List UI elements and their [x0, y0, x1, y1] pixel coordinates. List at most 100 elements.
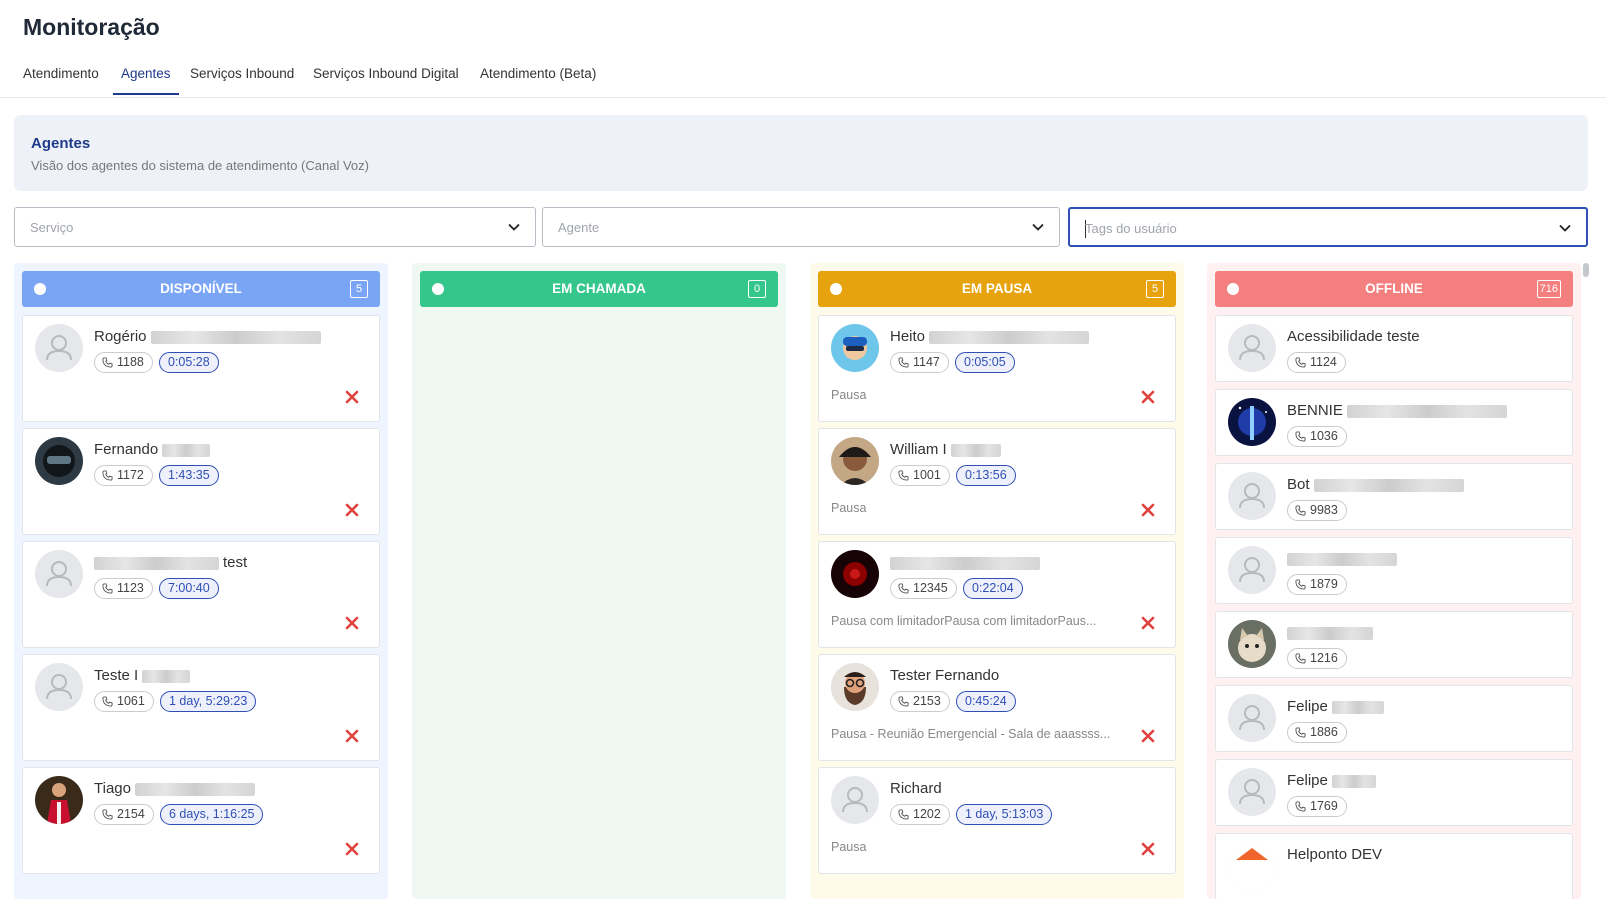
agent-card[interactable]: 12345 0:22:04 Pausa com limitadorPausa com…: [818, 541, 1176, 648]
close-icon[interactable]: [1141, 503, 1155, 517]
agent-card[interactable]: Tiago 2154 6 days, 1:16:25: [22, 767, 380, 874]
agent-name: Fernando: [94, 441, 211, 458]
avatar: [831, 776, 879, 824]
avatar-photo: [1228, 620, 1276, 668]
pause-status: Pausa: [831, 840, 867, 854]
avatar: [831, 550, 879, 598]
tab-agentes[interactable]: Agentes: [113, 66, 179, 95]
agent-card[interactable]: 1216: [1215, 611, 1573, 678]
agent-card[interactable]: Tester Fernando 2153 0:45:24 Pausa - Reuniã…: [818, 654, 1176, 761]
agent-card[interactable]: Fernando 1172 1:43:35: [22, 428, 380, 535]
extension-chip: 1001: [890, 465, 950, 486]
extension-number: 12345: [913, 581, 948, 595]
agente-select[interactable]: Agente: [542, 207, 1060, 247]
close-icon[interactable]: [1141, 842, 1155, 856]
agent-card[interactable]: Heito 1147 0:05:05 Pausa: [818, 315, 1176, 422]
agent-name: Bot: [1287, 476, 1464, 493]
duration-badge: 0:13:56: [956, 465, 1016, 486]
servico-placeholder: Serviço: [30, 220, 74, 235]
agent-card[interactable]: BENNIE 1036: [1215, 389, 1573, 456]
avatar: [35, 324, 83, 372]
phone-icon: [102, 357, 113, 368]
redacted-text: [1331, 774, 1376, 788]
agent-name-text: Rogério: [94, 328, 147, 345]
tags-select[interactable]: Tags do usuário: [1068, 207, 1588, 247]
tags-placeholder: Tags do usuário: [1085, 221, 1177, 236]
extension-number: 1202: [913, 807, 941, 821]
agent-card[interactable]: Richard 1202 1 day, 5:13:03 Pausa: [818, 767, 1176, 874]
extension-number: 1886: [1310, 725, 1338, 739]
agent-card[interactable]: Helponto DEV: [1215, 833, 1573, 899]
tab-atendimento-beta[interactable]: Atendimento (Beta): [480, 66, 596, 93]
close-icon[interactable]: [1141, 390, 1155, 404]
agent-card[interactable]: 1879: [1215, 537, 1573, 604]
agent-name-text: Heito: [890, 328, 926, 345]
tab-servicos-inbound-digital[interactable]: Serviços Inbound Digital: [313, 66, 459, 93]
extension-chip: 1769: [1287, 796, 1347, 817]
user-icon: [1239, 557, 1265, 583]
duration-badge: 0:05:05: [955, 352, 1015, 373]
close-icon[interactable]: [345, 503, 359, 517]
close-icon[interactable]: [345, 729, 359, 743]
info-title: Agentes: [31, 135, 91, 152]
phone-icon: [102, 696, 113, 707]
duration-badge: 1:43:35: [159, 465, 219, 486]
extension-chip: 1216: [1287, 648, 1347, 669]
avatar-photo: [831, 550, 879, 598]
avatar: [35, 776, 83, 824]
agent-name: Felipe: [1287, 772, 1376, 789]
avatar-photo: [1228, 398, 1276, 446]
column-em-chamada: EM CHAMADA 0: [412, 263, 786, 899]
agent-card[interactable]: Bot 9983: [1215, 463, 1573, 530]
agent-name: [890, 554, 1040, 571]
agent-name: Helponto DEV: [1287, 846, 1382, 863]
scrollbar[interactable]: [1583, 263, 1589, 277]
agent-name-text: Felipe: [1287, 772, 1328, 789]
avatar: [35, 663, 83, 711]
duration-badge: 6 days, 1:16:25: [160, 804, 264, 825]
column-disponivel: DISPONÍVEL 5 Rogério 1188 0:05:28 Fernando 117…: [14, 263, 388, 899]
close-icon[interactable]: [345, 616, 359, 630]
tab-servicos-inbound[interactable]: Serviços Inbound: [190, 66, 294, 93]
status-dot: [432, 283, 444, 295]
redacted-text: [1287, 552, 1397, 566]
close-icon[interactable]: [345, 390, 359, 404]
pause-status: Pausa - Reunião Emergencial - Sala de aa…: [831, 727, 1111, 741]
column-offline: OFFLINE 716 Acessibilidade teste 1124 BENNIE…: [1207, 263, 1581, 899]
agent-card[interactable]: Felipe 1886: [1215, 685, 1573, 752]
agent-name-text: William I: [890, 441, 947, 458]
avatar: [1228, 398, 1276, 446]
avatar: [831, 663, 879, 711]
extension-chip: 2153: [890, 691, 950, 712]
agent-card[interactable]: Acessibilidade teste 1124: [1215, 315, 1573, 382]
close-icon[interactable]: [1141, 616, 1155, 630]
avatar: [1228, 694, 1276, 742]
user-icon: [46, 674, 72, 700]
agent-card[interactable]: test 1123 7:00:40: [22, 541, 380, 648]
phone-icon: [898, 696, 909, 707]
extension-number: 1123: [117, 581, 144, 595]
extension-number: 1769: [1310, 799, 1338, 813]
agent-name-text: Fernando: [94, 441, 159, 458]
avatar-photo: [831, 437, 879, 485]
servico-select[interactable]: Serviço: [14, 207, 536, 247]
count-badge: 5: [1146, 280, 1164, 298]
phone-icon: [102, 470, 113, 481]
agent-card[interactable]: Teste I 1061 1 day, 5:29:23: [22, 654, 380, 761]
agent-card[interactable]: Felipe 1769: [1215, 759, 1573, 826]
redacted-text: [142, 669, 191, 683]
agent-name: Rogério: [94, 328, 321, 345]
extension-chip: 1172: [94, 465, 153, 486]
extension-number: 1188: [117, 355, 144, 369]
redacted-text: [950, 443, 1001, 457]
tab-atendimento[interactable]: Atendimento: [23, 66, 99, 93]
user-icon: [1239, 335, 1265, 361]
close-icon[interactable]: [1141, 729, 1155, 743]
column-title: DISPONÍVEL: [160, 281, 242, 296]
avatar: [35, 550, 83, 598]
agent-card[interactable]: Rogério 1188 0:05:28: [22, 315, 380, 422]
agent-card[interactable]: William I 1001 0:13:56 Pausa: [818, 428, 1176, 535]
phone-icon: [1295, 505, 1306, 516]
close-icon[interactable]: [345, 842, 359, 856]
agent-name-text: BENNIE: [1287, 402, 1343, 419]
